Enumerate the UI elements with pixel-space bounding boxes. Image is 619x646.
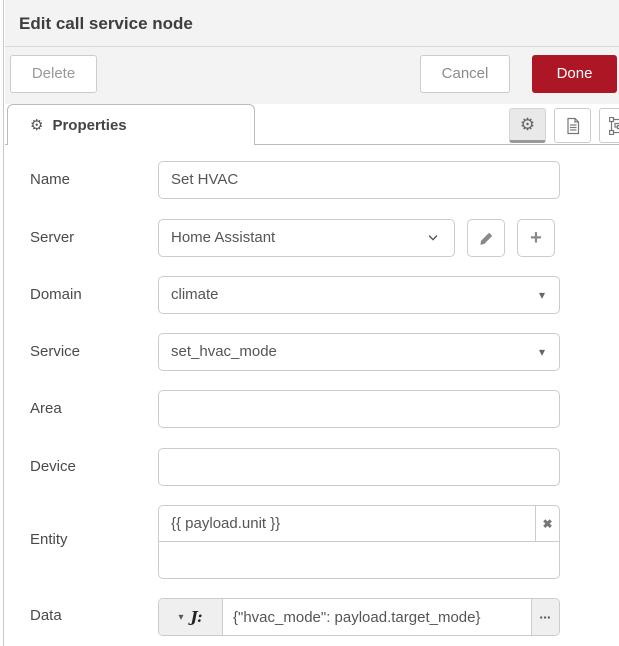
- data-type-select-button[interactable]: ▾ J:: [159, 599, 223, 635]
- service-input[interactable]: set_hvac_mode ▾: [158, 333, 560, 371]
- expand-data-button[interactable]: ▪▪▪: [531, 599, 559, 635]
- server-select[interactable]: Home Assistant: [158, 219, 455, 257]
- json-type-icon: J:: [191, 608, 203, 626]
- caret-down-icon: ▾: [539, 277, 545, 313]
- gear-icon: ⚙: [30, 116, 43, 134]
- server-select-value: Home Assistant: [171, 229, 275, 246]
- name-input[interactable]: Set HVAC: [158, 161, 560, 199]
- entity-input[interactable]: {{ payload.unit }}: [159, 506, 535, 541]
- data-input[interactable]: {"hvac_mode": payload.target_mode}: [223, 599, 531, 635]
- area-label: Area: [30, 390, 62, 428]
- edit-server-button[interactable]: [467, 219, 505, 257]
- gear-icon: ⚙: [520, 115, 535, 135]
- device-input[interactable]: [158, 448, 560, 486]
- tab-properties[interactable]: ⚙ Properties: [7, 104, 255, 145]
- tray-header: Edit call service node: [5, 0, 619, 104]
- service-label: Service: [30, 333, 80, 371]
- properties-view-button[interactable]: ⚙: [509, 108, 546, 143]
- edit-dialog-title: Edit call service node: [5, 0, 619, 47]
- data-label: Data: [30, 597, 62, 635]
- name-label: Name: [30, 161, 70, 199]
- tray-left-edge: [0, 0, 4, 646]
- tab-bar: ⚙ Properties ⚙: [5, 104, 619, 145]
- appearance-icon: [609, 117, 619, 135]
- cancel-button[interactable]: Cancel: [420, 55, 510, 93]
- domain-label: Domain: [30, 276, 82, 314]
- pencil-icon: [479, 231, 494, 246]
- entity-editor: {{ payload.unit }} ✖: [158, 505, 560, 579]
- description-view-button[interactable]: [554, 108, 591, 143]
- server-label: Server: [30, 219, 74, 257]
- remove-entity-button[interactable]: ✖: [535, 506, 559, 541]
- ellipsis-icon: ▪▪▪: [540, 613, 552, 622]
- chevron-down-icon: [426, 220, 440, 256]
- entity-label: Entity: [30, 521, 68, 559]
- domain-input-value: climate: [171, 286, 219, 303]
- document-icon: [565, 117, 581, 135]
- device-label: Device: [30, 448, 76, 486]
- service-input-value: set_hvac_mode: [171, 343, 277, 360]
- data-typedinput: ▾ J: {"hvac_mode": payload.target_mode} …: [158, 598, 560, 636]
- appearance-view-button[interactable]: [599, 108, 619, 143]
- tab-properties-label: Properties: [52, 117, 126, 134]
- area-input[interactable]: [158, 390, 560, 428]
- domain-input[interactable]: climate ▾: [158, 276, 560, 314]
- caret-down-icon: ▾: [178, 612, 183, 623]
- add-server-button[interactable]: +: [517, 219, 555, 257]
- caret-down-icon: ▾: [539, 334, 545, 370]
- close-icon: ✖: [542, 517, 552, 531]
- delete-button[interactable]: Delete: [10, 55, 97, 93]
- done-button[interactable]: Done: [532, 55, 617, 93]
- entity-row: {{ payload.unit }} ✖: [159, 506, 559, 542]
- plus-icon: +: [530, 227, 542, 250]
